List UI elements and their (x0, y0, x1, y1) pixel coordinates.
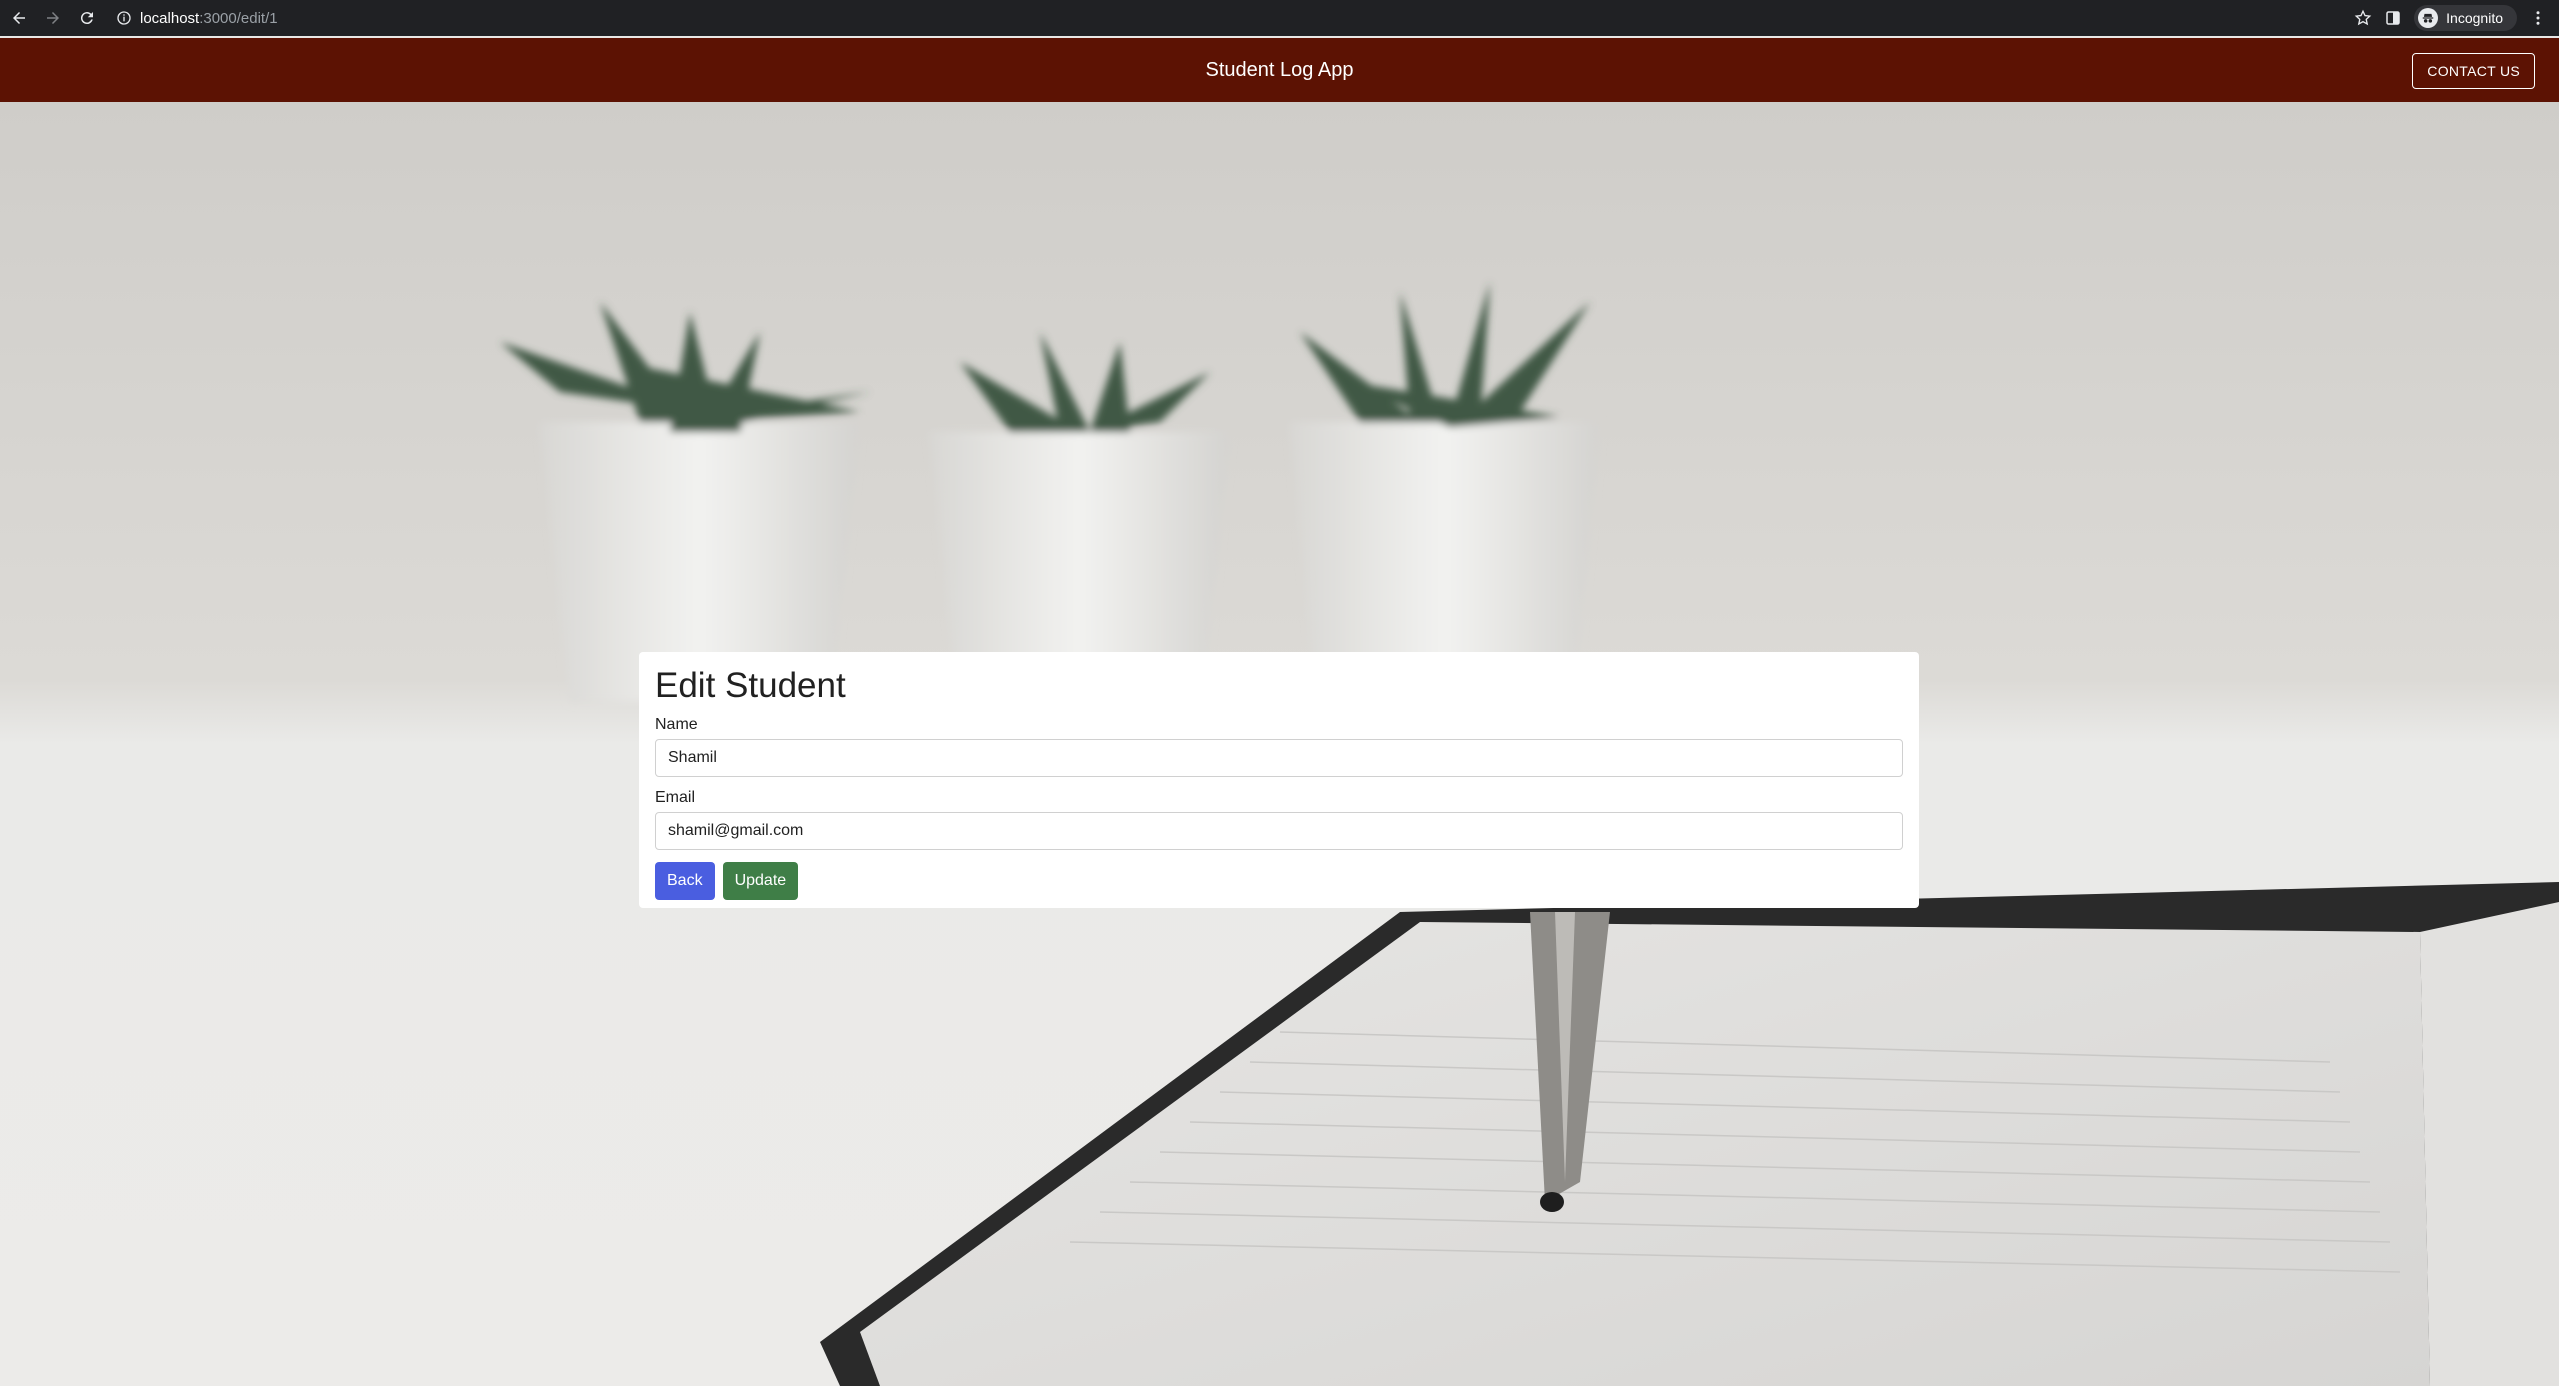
app-title: Student Log App (1205, 58, 1354, 81)
reload-icon[interactable] (72, 3, 102, 33)
update-button[interactable]: Update (722, 862, 799, 900)
app-header: Student Log App CONTACT US (0, 38, 2559, 102)
page-title: Edit Student (655, 666, 846, 705)
more-menu-icon[interactable] (2523, 3, 2553, 33)
incognito-label: Incognito (2446, 10, 2503, 26)
form-actions: Back Update (655, 862, 1903, 900)
side-panel-icon[interactable] (2378, 3, 2408, 33)
site-info-icon[interactable] (116, 10, 132, 26)
forward-arrow-icon[interactable] (38, 3, 68, 33)
email-label: Email (655, 789, 696, 806)
incognito-badge[interactable]: Incognito (2414, 5, 2517, 31)
edit-student-card: Edit Student Name Email Back Update (639, 652, 1919, 908)
back-button[interactable]: Back (655, 862, 715, 900)
contact-us-button[interactable]: CONTACT US (2412, 53, 2535, 89)
address-bar[interactable]: localhost:3000/edit/1 (110, 5, 2330, 31)
back-arrow-icon[interactable] (4, 3, 34, 33)
bookmark-star-icon[interactable] (2348, 3, 2378, 33)
name-label: Name (655, 716, 698, 733)
name-field[interactable] (655, 739, 1903, 777)
email-field[interactable] (655, 812, 1903, 850)
browser-toolbar: localhost:3000/edit/1 Incognito (0, 0, 2559, 36)
url-host: localhost (140, 9, 200, 27)
incognito-icon (2418, 8, 2439, 28)
url-path: :3000/edit/1 (199, 9, 278, 27)
